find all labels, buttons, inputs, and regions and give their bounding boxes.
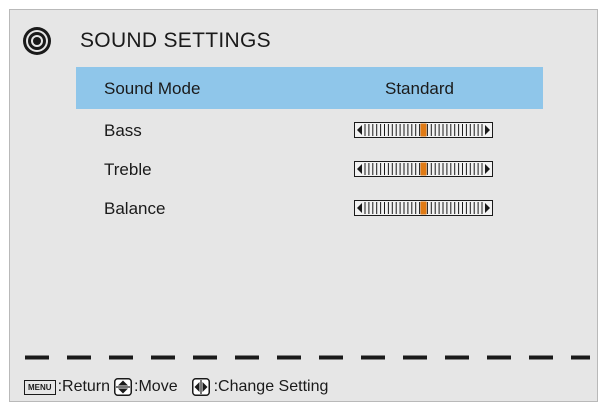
speaker-icon bbox=[23, 27, 51, 55]
treble-label: Treble bbox=[104, 160, 152, 179]
treble-slider[interactable] bbox=[354, 161, 493, 177]
balance-slider[interactable] bbox=[354, 200, 493, 216]
dashed-divider bbox=[25, 355, 590, 360]
bass-label: Bass bbox=[104, 121, 142, 140]
slider-level-marker[interactable] bbox=[420, 162, 427, 176]
left-right-arrow-icon bbox=[191, 378, 210, 396]
move-hint: :Move bbox=[134, 378, 178, 395]
sound-mode-label: Sound Mode bbox=[104, 79, 201, 98]
change-setting-hint: :Change Setting bbox=[213, 378, 329, 395]
sound-mode-row[interactable]: Sound Mode Standard bbox=[76, 67, 543, 109]
bass-slider[interactable] bbox=[354, 122, 493, 138]
slider-level-marker[interactable] bbox=[420, 201, 427, 215]
sound-mode-value: Standard bbox=[385, 79, 454, 98]
menu-key-icon: MENU bbox=[24, 379, 56, 395]
up-down-arrow-icon bbox=[114, 378, 133, 396]
return-hint: :Return bbox=[57, 378, 111, 395]
footer-help-bar: MENU :Return :Move :Change Setting bbox=[24, 376, 330, 398]
sound-settings-screen: SOUND SETTINGS Sound Mode Standard Bass … bbox=[9, 9, 598, 402]
balance-label: Balance bbox=[104, 199, 166, 218]
page-title: SOUND SETTINGS bbox=[80, 29, 271, 52]
title-bar: SOUND SETTINGS bbox=[10, 10, 597, 66]
slider-level-marker[interactable] bbox=[420, 123, 427, 137]
